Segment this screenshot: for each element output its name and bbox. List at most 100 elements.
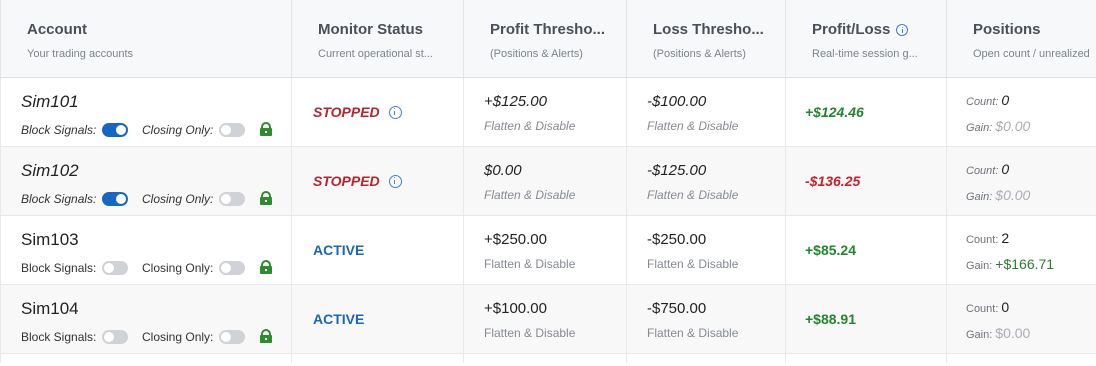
block-signals-toggle[interactable] [102, 123, 129, 137]
table-row-partial [947, 354, 1096, 363]
table-row-partial [292, 354, 464, 363]
block-signals-toggle[interactable] [102, 192, 129, 206]
closing-only-control: Closing Only: [142, 261, 246, 275]
profit-loss-value: +$88.91 [805, 311, 856, 327]
status-text: ACTIVE [313, 311, 365, 327]
block-signals-toggle[interactable] [102, 330, 129, 344]
status-cell: STOPPED [292, 147, 464, 216]
header-title: Profit Thresho... [490, 21, 606, 38]
profit-threshold-cell[interactable]: +$100.00 Flatten & Disable [464, 285, 627, 354]
loss-threshold-value: -$100.00 [647, 93, 707, 110]
info-icon[interactable] [388, 174, 402, 188]
status-text: STOPPED [313, 173, 380, 189]
position-count: Count: 0 [966, 299, 1009, 315]
unlock-icon[interactable] [260, 122, 272, 136]
unrealized-gain: Gain: $0.00 [966, 325, 1030, 341]
header-subtitle: (Positions & Alerts) [653, 48, 746, 60]
profit-threshold-action: Flatten & Disable [484, 326, 576, 340]
unrealized-gain: Gain: $0.00 [966, 118, 1030, 134]
profit-loss-value: +$85.24 [805, 242, 856, 258]
header-title: Monitor Status [318, 21, 423, 38]
status-badge: ACTIVE [313, 311, 364, 327]
profit-loss-value: +$124.46 [805, 104, 864, 120]
profit-loss-cell: +$124.46 [786, 78, 947, 147]
status-text: ACTIVE [313, 242, 365, 258]
profit-threshold-cell[interactable]: +$125.00 Flatten & Disable [464, 78, 627, 147]
gain-label: Gain: [966, 122, 993, 134]
header-loss-threshold[interactable]: Loss Thresho... (Positions & Alerts) [627, 0, 786, 78]
table-body: Sim101 Block Signals: Closing Only: STOP… [0, 78, 1096, 363]
header-monitor-status[interactable]: Monitor Status Current operational st... [292, 0, 464, 78]
closing-only-label: Closing Only: [142, 192, 214, 206]
count-value: 2 [1001, 230, 1010, 246]
loss-threshold-action: Flatten & Disable [647, 188, 739, 202]
unrealized-gain: Gain: +$166.71 [966, 256, 1054, 272]
profit-loss-cell: +$85.24 [786, 216, 947, 285]
status-cell: STOPPED [292, 78, 464, 147]
closing-only-control: Closing Only: [142, 330, 246, 344]
block-signals-control: Block Signals: [21, 261, 129, 275]
header-subtitle: Real-time session g... [812, 48, 918, 60]
block-signals-label: Block Signals: [21, 330, 97, 344]
unrealized-gain: Gain: $0.00 [966, 187, 1030, 203]
status-text: STOPPED [313, 104, 380, 120]
block-signals-control: Block Signals: [21, 330, 129, 344]
unlock-icon[interactable] [260, 260, 272, 274]
loss-threshold-action: Flatten & Disable [647, 326, 739, 340]
gain-value: $0.00 [995, 325, 1031, 341]
status-badge: STOPPED [313, 173, 402, 189]
closing-only-label: Closing Only: [142, 261, 214, 275]
gain-value: +$166.71 [995, 256, 1055, 272]
account-cell: Sim102 Block Signals: Closing Only: [0, 147, 292, 216]
positions-cell: Count: 0 Gain: $0.00 [947, 285, 1096, 354]
header-title: Profit/Loss [812, 21, 891, 38]
profit-threshold-action: Flatten & Disable [484, 257, 576, 271]
count-label: Count: [966, 165, 999, 177]
profit-threshold-cell[interactable]: $0.00 Flatten & Disable [464, 147, 627, 216]
closing-only-toggle[interactable] [219, 192, 246, 206]
loss-threshold-action: Flatten & Disable [647, 119, 739, 133]
account-name[interactable]: Sim101 [21, 92, 79, 112]
gain-label: Gain: [966, 329, 993, 341]
header-title-wrap: Profit/Loss [812, 21, 946, 39]
header-profit-threshold[interactable]: Profit Thresho... (Positions & Alerts) [464, 0, 627, 78]
status-cell: ACTIVE [292, 216, 464, 285]
closing-only-toggle[interactable] [219, 123, 246, 137]
table-row-partial [786, 354, 947, 363]
account-name[interactable]: Sim103 [21, 230, 79, 250]
header-profit-loss[interactable]: Profit/Loss Real-time session g... [786, 0, 947, 78]
account-name[interactable]: Sim104 [21, 299, 79, 319]
loss-threshold-value: -$750.00 [647, 300, 707, 317]
loss-threshold-cell[interactable]: -$750.00 Flatten & Disable [627, 285, 786, 354]
status-badge: ACTIVE [313, 242, 364, 258]
block-signals-label: Block Signals: [21, 123, 97, 137]
header-account[interactable]: Account Your trading accounts [0, 0, 292, 78]
closing-only-toggle[interactable] [219, 261, 246, 275]
accounts-table: Account Your trading accounts Monitor St… [0, 0, 1096, 78]
header-subtitle: Your trading accounts [27, 48, 133, 60]
profit-loss-cell: +$88.91 [786, 285, 947, 354]
loss-threshold-cell[interactable]: -$125.00 Flatten & Disable [627, 147, 786, 216]
block-signals-toggle[interactable] [102, 261, 129, 275]
info-icon[interactable] [896, 24, 909, 36]
loss-threshold-cell[interactable]: -$250.00 Flatten & Disable [627, 216, 786, 285]
header-title: Positions [973, 21, 1041, 38]
position-count: Count: 0 [966, 92, 1009, 108]
position-count: Count: 2 [966, 230, 1009, 246]
count-value: 0 [1001, 161, 1010, 177]
profit-threshold-cell[interactable]: +$250.00 Flatten & Disable [464, 216, 627, 285]
gain-label: Gain: [966, 260, 993, 272]
info-icon[interactable] [388, 105, 402, 119]
account-name[interactable]: Sim102 [21, 161, 79, 181]
table-row-partial [627, 354, 786, 363]
profit-loss-value: -$136.25 [805, 173, 861, 189]
block-signals-control: Block Signals: [21, 123, 129, 137]
closing-only-toggle[interactable] [219, 330, 246, 344]
unlock-icon[interactable] [260, 191, 272, 205]
loss-threshold-cell[interactable]: -$100.00 Flatten & Disable [627, 78, 786, 147]
closing-only-label: Closing Only: [142, 123, 214, 137]
header-positions[interactable]: Positions Open count / unrealized [947, 0, 1096, 78]
account-cell: Sim103 Block Signals: Closing Only: [0, 216, 292, 285]
header-subtitle: Open count / unrealized [973, 48, 1090, 60]
unlock-icon[interactable] [260, 329, 272, 343]
